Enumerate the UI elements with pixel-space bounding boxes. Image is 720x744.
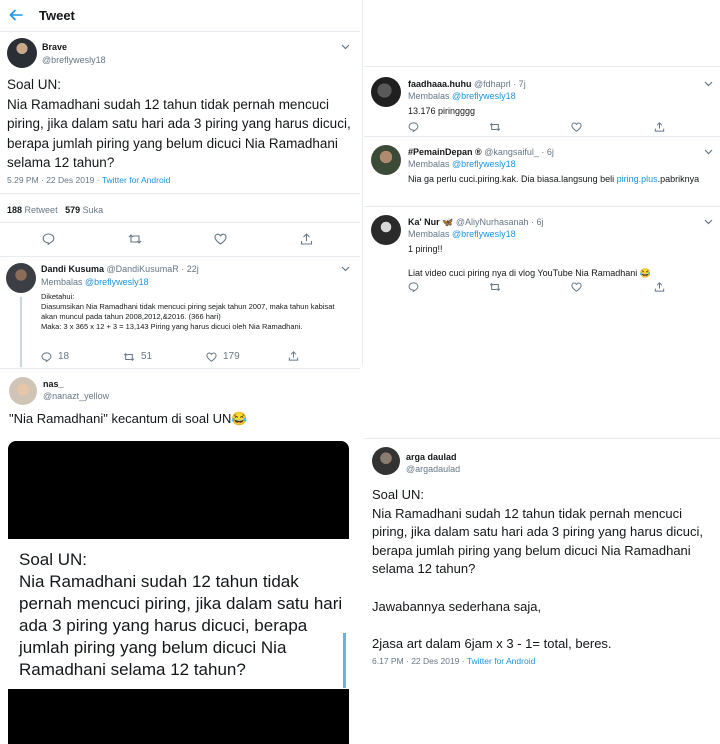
retweet-label[interactable]: Retweet xyxy=(25,205,58,215)
reply-author-handle[interactable]: @AliyNurhasanah · 6j xyxy=(456,217,544,227)
tweet-image[interactable]: Soal UN: Nia Ramadhani sudah 12 tahun ti… xyxy=(8,441,349,744)
author-name[interactable]: nas_ xyxy=(43,379,64,389)
retweet-icon[interactable] xyxy=(489,122,501,132)
replying-to: Membalas @breflywesly18 xyxy=(408,229,516,239)
reply-text: Diketahui: Diasumsikan Nia Ramadhani tid… xyxy=(41,292,335,331)
author-name[interactable]: Brave xyxy=(42,42,67,52)
reply-action[interactable]: 18 xyxy=(41,351,69,362)
tweet-arga[interactable]: arga daulad @argadaulad Soal UN: Nia Ram… xyxy=(364,438,720,678)
retweet-count[interactable]: 188 xyxy=(7,205,22,215)
tweet-time: 6.17 PM · 22 Des 2019 · xyxy=(372,656,467,666)
author-handle[interactable]: @breflywesly18 xyxy=(42,55,106,65)
replying-to: Membalas @breflywesly18 xyxy=(408,159,516,169)
arrow-left-icon[interactable] xyxy=(9,9,23,21)
reply-icon[interactable] xyxy=(42,233,55,245)
scroll-indicator xyxy=(343,633,346,688)
avatar[interactable] xyxy=(372,447,400,475)
tweet-text: Soal UN: Nia Ramadhani sudah 12 tahun ti… xyxy=(7,77,351,170)
image-card: Soal UN: Nia Ramadhani sudah 12 tahun ti… xyxy=(8,539,349,689)
like-label[interactable]: Suka xyxy=(83,205,104,215)
avatar[interactable] xyxy=(7,38,37,68)
reply-author-name[interactable]: Dandi Kusuma xyxy=(41,264,104,274)
avatar[interactable] xyxy=(371,145,401,175)
retweet-icon[interactable] xyxy=(128,233,142,245)
reply-header: Ka' Nur 🦋 @AliyNurhasanah · 6j xyxy=(408,217,544,228)
tweet-source[interactable]: Twitter for Android xyxy=(467,656,536,666)
thread-line xyxy=(20,297,22,367)
reply-header: Dandi Kusuma @DandiKusumaR · 22j xyxy=(41,264,199,274)
chevron-down-icon[interactable] xyxy=(704,219,713,225)
replying-to: Membalas @breflywesly18 xyxy=(408,91,516,101)
image-text: Soal UN: Nia Ramadhani sudah 12 tahun ti… xyxy=(19,550,343,679)
like-count[interactable]: 579 xyxy=(65,205,80,215)
panel-divider xyxy=(362,0,363,365)
tweet-source[interactable]: Twitter for Android xyxy=(102,175,171,185)
main-tweet-panel: Tweet Brave @breflywesly18 Soal UN: Nia … xyxy=(0,0,360,258)
page-title: Tweet xyxy=(39,8,75,23)
reply-text: 1 piring!! Liat video cuci piring nya di… xyxy=(408,244,652,278)
reply-text: 13.176 piringggg xyxy=(408,106,476,116)
replies-panel: faadhaaa.huhu @fdhaprl · 7j Membalas @br… xyxy=(364,66,720,298)
avatar[interactable] xyxy=(6,263,36,293)
reply-faadhaaa[interactable]: faadhaaa.huhu @fdhaprl · 7j Membalas @br… xyxy=(364,67,720,137)
replying-to: Membalas @breflywesly18 xyxy=(41,277,149,287)
tweet-stats: 188 Retweet 579 Suka xyxy=(7,205,103,215)
avatar[interactable] xyxy=(371,77,401,107)
author-handle[interactable]: @argadaulad xyxy=(406,464,460,474)
avatar[interactable] xyxy=(371,215,401,245)
like-icon[interactable] xyxy=(571,282,582,292)
chevron-down-icon[interactable] xyxy=(341,44,350,50)
like-icon[interactable] xyxy=(214,233,227,245)
header: Tweet xyxy=(0,0,360,32)
author-handle[interactable]: @nanazt_yellow xyxy=(43,391,109,401)
reply-icon[interactable] xyxy=(408,122,419,132)
reply-header: #PemainDepan ® @kangsaiful_ · 6j xyxy=(408,147,554,157)
reply-author-name[interactable]: Ka' Nur 🦋 xyxy=(408,217,453,227)
share-icon[interactable] xyxy=(300,233,313,245)
reply-header: faadhaaa.huhu @fdhaprl · 7j xyxy=(408,79,526,89)
retweet-action[interactable]: 51 xyxy=(123,351,152,362)
share-icon[interactable] xyxy=(654,122,665,132)
reply-count: 18 xyxy=(58,351,70,362)
retweet-icon[interactable] xyxy=(123,352,135,362)
retweet-icon[interactable] xyxy=(489,282,501,292)
tweet-text: "Nia Ramadhani" kecantum di soal UN😂 xyxy=(9,411,248,426)
like-count: 179 xyxy=(223,351,240,362)
tweet-meta: 6.17 PM · 22 Des 2019 · Twitter for Andr… xyxy=(372,656,535,666)
like-icon[interactable] xyxy=(571,122,582,132)
reply-text: Nia ga perlu cuci.piring.kak. Dia biasa.… xyxy=(408,174,700,184)
chevron-down-icon[interactable] xyxy=(704,81,713,87)
share-icon[interactable] xyxy=(654,282,665,292)
tweet-time: 5.29 PM · 22 Des 2019 · xyxy=(7,175,102,185)
chevron-down-icon[interactable] xyxy=(704,149,713,155)
like-icon[interactable] xyxy=(206,351,217,362)
reply-link[interactable]: piring.plus xyxy=(617,174,658,184)
chevron-down-icon[interactable] xyxy=(341,266,350,272)
like-action[interactable]: 179 xyxy=(206,351,240,362)
tweet-meta: 5.29 PM · 22 Des 2019 · Twitter for Andr… xyxy=(7,175,170,185)
share-icon[interactable] xyxy=(288,351,299,361)
retweet-count: 51 xyxy=(141,351,153,362)
reply-author-handle[interactable]: @DandiKusumaR · 22j xyxy=(107,264,199,274)
reply-author-handle[interactable]: @fdhaprl · 7j xyxy=(474,79,526,89)
reply-kanur[interactable]: Ka' Nur 🦋 @AliyNurhasanah · 6j Membalas … xyxy=(364,209,720,297)
reply-icon[interactable] xyxy=(408,282,419,292)
author-name[interactable]: arga daulad xyxy=(406,452,457,462)
reply-icon[interactable] xyxy=(41,351,52,362)
reply-pemaindepan[interactable]: #PemainDepan ® @kangsaiful_ · 6j Membala… xyxy=(364,137,720,207)
avatar[interactable] xyxy=(9,377,37,405)
tweet-text: Soal UN: Nia Ramadhani sudah 12 tahun ti… xyxy=(372,487,703,651)
reply-dandi[interactable]: Dandi Kusuma @DandiKusumaR · 22j Membala… xyxy=(0,256,360,368)
tweet-nas[interactable]: nas_ @nanazt_yellow "Nia Ramadhani" keca… xyxy=(0,368,360,744)
reply-author-name[interactable]: faadhaaa.huhu xyxy=(408,79,472,89)
reply-author-name[interactable]: #PemainDepan ® xyxy=(408,147,482,157)
reply-author-handle[interactable]: @kangsaiful_ · 6j xyxy=(484,147,554,157)
